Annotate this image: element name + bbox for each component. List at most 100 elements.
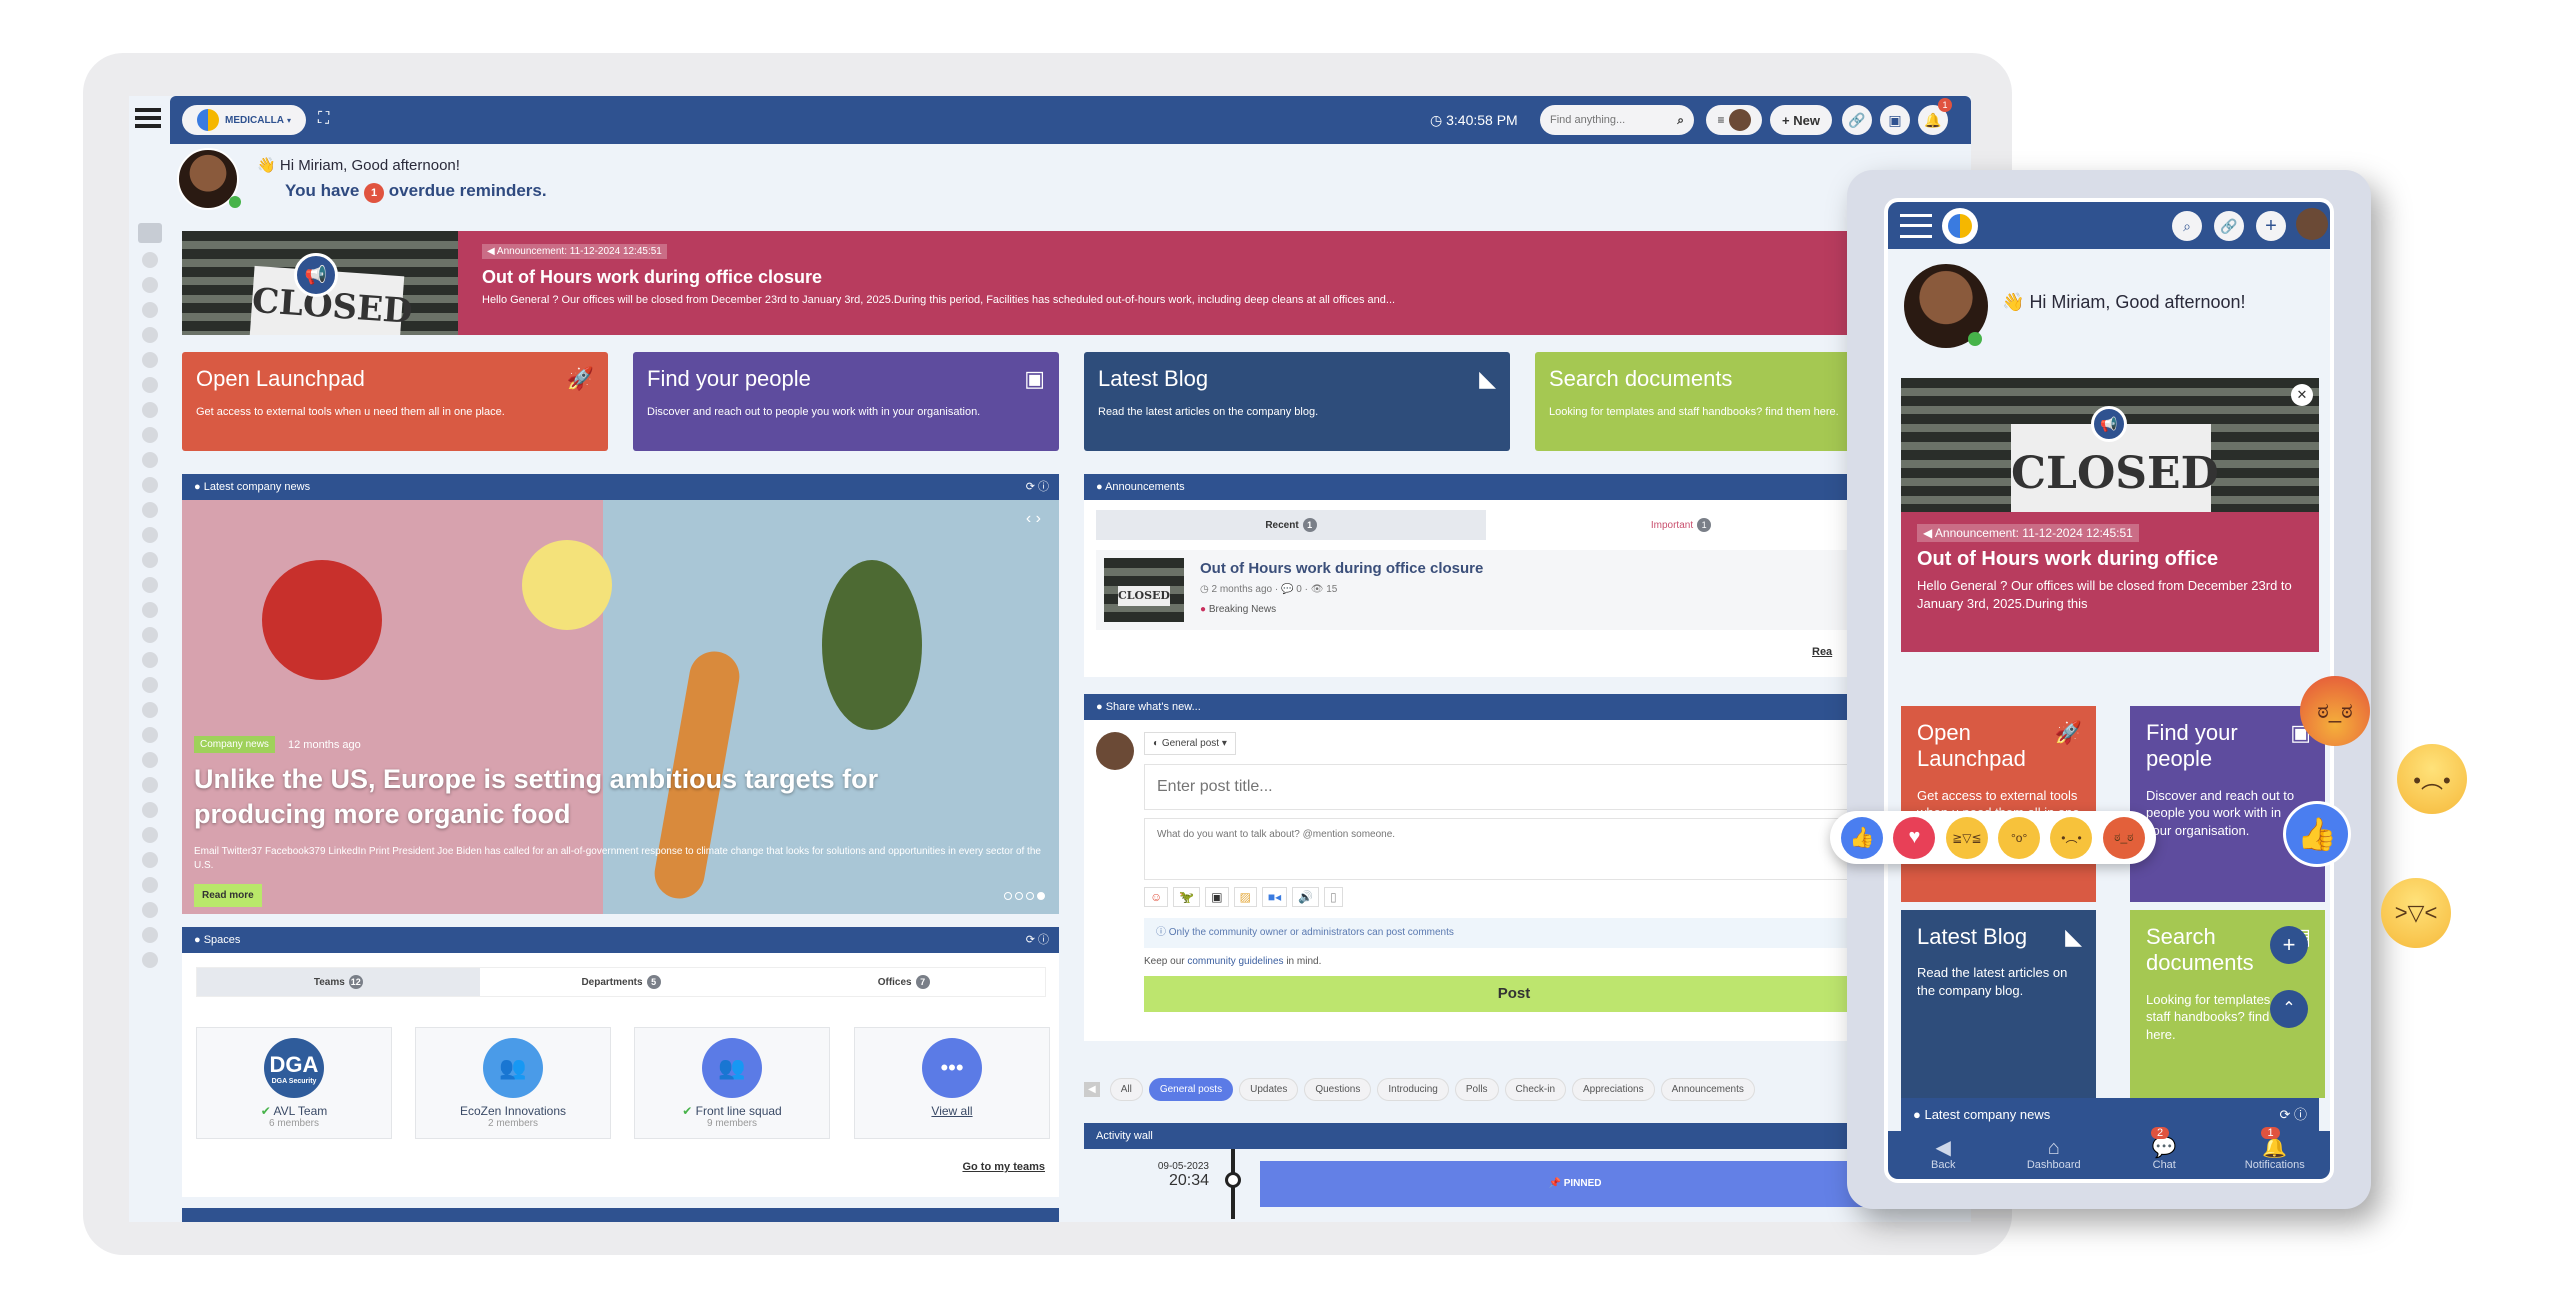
post-title-input[interactable] xyxy=(1144,764,1884,810)
news-headline[interactable]: Unlike the US, Europe is setting ambitio… xyxy=(194,762,1014,832)
refresh-info-icons[interactable]: ⟳ ⓘ xyxy=(1026,927,1049,953)
hamburger-menu-icon[interactable] xyxy=(1900,214,1932,238)
sad-reaction-icon[interactable]: •︵• xyxy=(2050,816,2093,859)
grid-icon[interactable] xyxy=(141,577,158,593)
emoji-icon[interactable]: ☺ xyxy=(1144,887,1169,907)
archive-icon[interactable] xyxy=(141,752,158,768)
gif-icon[interactable]: 🦖 xyxy=(1173,887,1201,907)
tab-recent[interactable]: Recent 1 xyxy=(1096,510,1486,540)
tile-open-launchpad[interactable]: Open Launchpad Get access to external too… xyxy=(182,352,608,451)
document-icon[interactable] xyxy=(141,777,158,793)
angry-reaction-icon[interactable]: ಠ_ಠ xyxy=(2102,816,2145,859)
phone-icon[interactable] xyxy=(141,827,158,843)
eye-icon[interactable] xyxy=(141,252,158,268)
news-category-badge[interactable]: Company news xyxy=(194,736,275,753)
link-icon[interactable]: 🔗 xyxy=(2214,211,2244,241)
share-icon[interactable] xyxy=(141,452,158,468)
nav-notifications[interactable]: 🔔 Notifications 1 xyxy=(2220,1127,2331,1179)
filter-chip[interactable]: Appreciations xyxy=(1572,1077,1655,1101)
rocket-icon[interactable] xyxy=(141,552,158,568)
mobile-tile-find-your-people[interactable]: Find your people Discover and reach out t… xyxy=(2130,706,2325,902)
search-box[interactable]: ⌕ xyxy=(1540,105,1694,135)
filter-chip[interactable]: Announcements xyxy=(1660,1077,1755,1101)
mobile-announcement[interactable]: ◀ Announcement: 11-12-2024 12:45:51 Out … xyxy=(1901,512,2319,652)
tab-departments[interactable]: Departments 5 xyxy=(480,968,763,996)
slide-dot[interactable] xyxy=(1037,892,1045,900)
map-icon[interactable]: ▯ xyxy=(1324,887,1343,907)
avatar[interactable] xyxy=(2296,208,2328,240)
link-icon[interactable]: 🔗 xyxy=(1842,105,1872,135)
filter-chip[interactable]: Introducing xyxy=(1377,1077,1449,1101)
pinned-post[interactable]: 📌 PINNED xyxy=(1260,1161,1890,1207)
news-slide-image[interactable]: ‹ › Company news 12 months ago Unlike th… xyxy=(182,500,1059,914)
fab-add-button[interactable]: + xyxy=(2270,926,2308,964)
chat-icon[interactable] xyxy=(141,402,158,418)
user-menu[interactable]: ≡ xyxy=(1706,105,1762,135)
read-all-link[interactable]: Rea xyxy=(1812,646,1832,658)
megaphone-icon[interactable] xyxy=(141,302,158,318)
tab-teams[interactable]: Teams 12 xyxy=(197,968,480,996)
filter-chip[interactable]: Questions xyxy=(1304,1077,1372,1101)
search-icon[interactable]: ⌕ xyxy=(1677,113,1684,128)
camera-icon[interactable]: ▣ xyxy=(1205,887,1229,907)
video-icon[interactable] xyxy=(141,477,158,493)
search-icon[interactable]: ⌕ xyxy=(2172,211,2202,241)
clock-icon[interactable] xyxy=(141,527,158,543)
org-switcher[interactable]: MEDICALLA ▾ xyxy=(182,105,306,135)
love-reaction-icon[interactable]: ♥ xyxy=(1893,816,1936,859)
read-more-button[interactable]: Read more xyxy=(194,884,262,907)
filter-chip[interactable]: Updates xyxy=(1239,1077,1299,1101)
refresh-info-icons[interactable]: ⟳ ⓘ xyxy=(1026,474,1049,500)
scroll-left-icon[interactable]: ◀ xyxy=(1084,1081,1100,1097)
logo-icon[interactable] xyxy=(1942,208,1978,244)
tile-find-your-people[interactable]: Find your people Discover and reach out t… xyxy=(633,352,1059,451)
list-icon[interactable] xyxy=(141,677,158,693)
post-body-textarea[interactable] xyxy=(1144,818,1884,880)
document-icon[interactable] xyxy=(141,802,158,818)
announcement-item-title[interactable]: Out of Hours work during office closure xyxy=(1200,560,1483,577)
post-type-dropdown[interactable]: ◐ General post ▾ xyxy=(1144,732,1236,755)
slide-arrows[interactable]: ‹ › xyxy=(662,510,1041,528)
search-icon[interactable] xyxy=(141,327,158,343)
tile-latest-blog[interactable]: Latest Blog Read the latest articles on t… xyxy=(1084,352,1510,451)
scroll-top-button[interactable]: ⌃ xyxy=(2270,990,2308,1028)
settings-icon[interactable] xyxy=(141,852,158,868)
nav-back[interactable]: ◀ Back xyxy=(1888,1131,1999,1179)
tab-important[interactable]: Important 1 xyxy=(1486,510,1876,540)
filter-chip[interactable]: Polls xyxy=(1454,1077,1499,1101)
tile-search-documents[interactable]: Search documents Looking for templates an… xyxy=(1535,352,1885,451)
book-icon[interactable] xyxy=(141,602,158,618)
info-icon[interactable] xyxy=(141,902,158,918)
message-icon[interactable] xyxy=(141,627,158,643)
slide-dot[interactable] xyxy=(1004,892,1012,900)
plus-icon[interactable] xyxy=(141,927,158,943)
plus-icon[interactable]: + xyxy=(2256,211,2286,241)
space-card-ecozen[interactable]: 👥 EcoZen Innovations 2 members xyxy=(415,1027,611,1139)
mobile-tile-latest-blog[interactable]: Latest Blog Read the latest articles on t… xyxy=(1901,910,2096,1098)
wow-reaction-icon[interactable]: °o° xyxy=(1998,816,2041,859)
filter-chip[interactable]: General posts xyxy=(1148,1077,1234,1101)
new-button[interactable]: + New xyxy=(1770,105,1832,135)
go-to-my-teams-link[interactable]: Go to my teams xyxy=(962,1161,1045,1173)
nav-dashboard[interactable]: ⌂ Dashboard xyxy=(1999,1131,2110,1179)
help-icon[interactable] xyxy=(141,702,158,718)
gear-icon[interactable] xyxy=(141,652,158,668)
post-button[interactable]: Post xyxy=(1144,976,1884,1012)
haha-reaction-icon[interactable]: ≧▽≦ xyxy=(1945,816,1988,859)
tab-offices[interactable]: Offices 7 xyxy=(762,968,1045,996)
reminders[interactable]: You have 1 overdue reminders. xyxy=(285,181,547,203)
refresh-info-icons[interactable]: ⟳ ⓘ xyxy=(2279,1098,2307,1131)
fullscreen-icon[interactable]: ⛶ xyxy=(318,110,329,128)
nav-chat[interactable]: 💬 Chat 2 xyxy=(2109,1127,2220,1179)
image-icon[interactable]: ▨ xyxy=(1233,887,1257,907)
audio-icon[interactable]: 🔊 xyxy=(1292,887,1320,907)
comment-icon[interactable] xyxy=(141,502,158,518)
search-input[interactable] xyxy=(1550,114,1660,126)
list-icon[interactable] xyxy=(141,277,158,293)
guidelines-link[interactable]: community guidelines xyxy=(1187,956,1283,967)
view-all-link[interactable]: View all xyxy=(855,1104,1049,1118)
network-icon[interactable] xyxy=(141,727,158,743)
mobile-tile-open-launchpad[interactable]: Open Launchpad Get access to external too… xyxy=(1901,706,2096,902)
slide-dot[interactable] xyxy=(1026,892,1034,900)
calendar-icon[interactable] xyxy=(141,427,158,443)
